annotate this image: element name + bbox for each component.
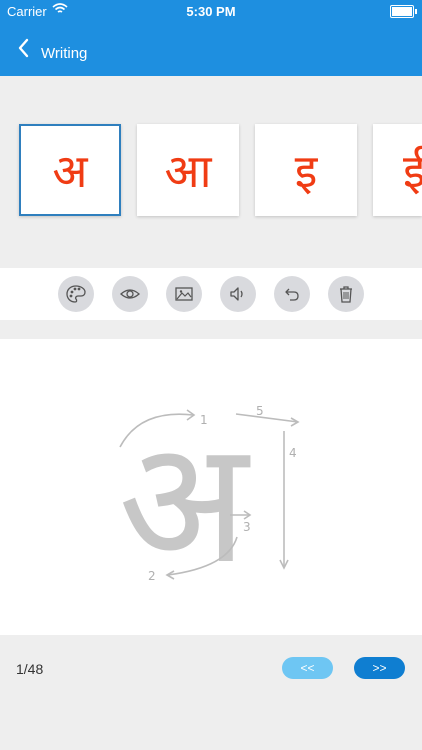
- status-bar: Carrier 5:30 PM: [0, 0, 422, 22]
- back-chevron-icon[interactable]: [12, 36, 36, 60]
- sound-button[interactable]: [220, 276, 256, 312]
- undo-button[interactable]: [274, 276, 310, 312]
- show-guide-button[interactable]: [112, 276, 148, 312]
- stroke-number: 4: [289, 446, 297, 460]
- letter-glyph: अ: [52, 144, 88, 198]
- image-icon: [175, 287, 193, 301]
- footer: 1/48 << >>: [0, 635, 422, 750]
- palette-icon: [66, 285, 86, 303]
- trash-icon: [340, 286, 352, 303]
- palette-button[interactable]: [58, 276, 94, 312]
- letter-card[interactable]: ई: [373, 124, 422, 216]
- eye-icon: [120, 289, 140, 299]
- tool-bar: [0, 268, 422, 320]
- next-label: >>: [372, 661, 387, 675]
- tracing-guide: अ 1 2 3 4 5: [118, 404, 300, 602]
- letter-glyph: ई: [403, 144, 422, 198]
- delete-button[interactable]: [328, 276, 364, 312]
- letter-card[interactable]: आ: [137, 124, 239, 216]
- status-time: 5:30 PM: [186, 4, 236, 19]
- previous-button[interactable]: <<: [282, 657, 333, 679]
- letter-glyph: इ: [294, 144, 318, 198]
- previous-label: <<: [300, 661, 315, 675]
- battery-icon: [390, 5, 417, 18]
- speaker-icon: [230, 287, 243, 301]
- letter-carousel[interactable]: अ आ इ ई: [0, 124, 422, 220]
- page-indicator: 1/48: [16, 661, 44, 677]
- stroke-number: 2: [148, 569, 156, 583]
- undo-icon: [285, 288, 299, 301]
- image-button[interactable]: [166, 276, 202, 312]
- stroke-number: 1: [200, 413, 208, 427]
- writing-canvas[interactable]: अ 1 2 3 4 5: [0, 339, 422, 635]
- letter-card[interactable]: अ: [19, 124, 121, 216]
- page-title[interactable]: Writing: [41, 45, 87, 62]
- next-button[interactable]: >>: [354, 657, 405, 679]
- stroke-number: 5: [256, 404, 264, 418]
- letter-glyph: आ: [164, 144, 212, 198]
- letter-card[interactable]: इ: [255, 124, 357, 216]
- stroke-number: 3: [243, 520, 251, 534]
- nav-bar: Writing: [0, 22, 422, 76]
